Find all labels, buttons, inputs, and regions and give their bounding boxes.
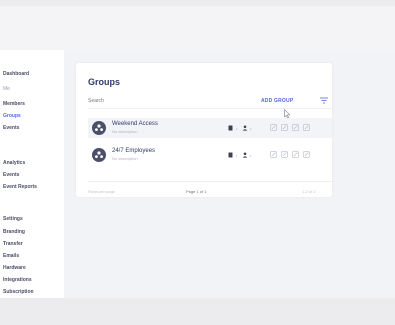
- sidebar-item-emails[interactable]: Emails: [3, 253, 19, 259]
- sidebar-item-members[interactable]: Members: [3, 101, 25, 107]
- dot-separator: •: [250, 126, 252, 131]
- dot-separator: •: [236, 153, 238, 158]
- sidebar: Dashboard Me Members Groups Events Analy…: [0, 50, 64, 298]
- user-icon: [242, 125, 248, 131]
- sidebar-item-event-reports[interactable]: Event Reports: [3, 184, 37, 190]
- dot-separator: •: [250, 153, 252, 158]
- sidebar-item-settings[interactable]: Settings: [3, 216, 23, 222]
- copy-icon[interactable]: [281, 124, 288, 131]
- table-row[interactable]: 24/7 Employees No description • •: [88, 145, 332, 165]
- settings-icon[interactable]: [292, 124, 299, 131]
- sidebar-item-me[interactable]: Me: [3, 86, 10, 92]
- pagination-label: Page 1 of 1: [186, 189, 207, 194]
- divider: [88, 108, 332, 109]
- door-icon: [228, 125, 233, 131]
- add-group-button[interactable]: ADD GROUP: [261, 98, 293, 104]
- pagination-range: 1-2 of 2: [302, 189, 316, 194]
- group-description: No description: [112, 156, 138, 161]
- main-content: Groups ADD GROUP: [64, 50, 395, 298]
- group-avatar-icon: [92, 148, 106, 162]
- sidebar-item-subscription[interactable]: Subscription: [3, 289, 34, 295]
- sidebar-item-transfer[interactable]: Transfer: [3, 241, 23, 247]
- edit-icon[interactable]: [270, 151, 277, 158]
- divider: [88, 181, 332, 182]
- group-avatar-icon: [92, 121, 106, 135]
- search-input[interactable]: [88, 98, 168, 104]
- group-name[interactable]: 24/7 Employees: [112, 148, 155, 154]
- sidebar-item-hardware[interactable]: Hardware: [3, 265, 26, 271]
- sidebar-item-analytics[interactable]: Analytics: [3, 160, 25, 166]
- sidebar-item-groups[interactable]: Groups: [3, 113, 21, 119]
- user-icon: [242, 152, 248, 158]
- settings-icon[interactable]: [292, 151, 299, 158]
- sidebar-item-events[interactable]: Events: [3, 125, 19, 131]
- group-name[interactable]: Weekend Access: [112, 121, 158, 127]
- group-description: No description: [112, 129, 138, 134]
- table-row[interactable]: Weekend Access No description • •: [88, 118, 332, 138]
- edit-icon[interactable]: [270, 124, 277, 131]
- dot-separator: •: [236, 126, 238, 131]
- page-title: Groups: [88, 77, 121, 87]
- copy-icon[interactable]: [281, 151, 288, 158]
- delete-icon[interactable]: [303, 151, 310, 158]
- door-icon: [228, 152, 233, 158]
- sidebar-item-dashboard[interactable]: Dashboard: [3, 71, 29, 77]
- delete-icon[interactable]: [303, 124, 310, 131]
- sidebar-item-integrations[interactable]: Integrations: [3, 277, 32, 283]
- filter-icon[interactable]: [319, 96, 329, 105]
- sidebar-item-analytics-events[interactable]: Events: [3, 172, 19, 178]
- app-window: Dashboard Me Members Groups Events Analy…: [0, 6, 395, 298]
- rows-per-page-label[interactable]: Rows per page: [88, 189, 115, 194]
- top-bar: [0, 6, 395, 51]
- sidebar-item-branding[interactable]: Branding: [3, 229, 25, 235]
- groups-card: Groups ADD GROUP: [76, 63, 332, 197]
